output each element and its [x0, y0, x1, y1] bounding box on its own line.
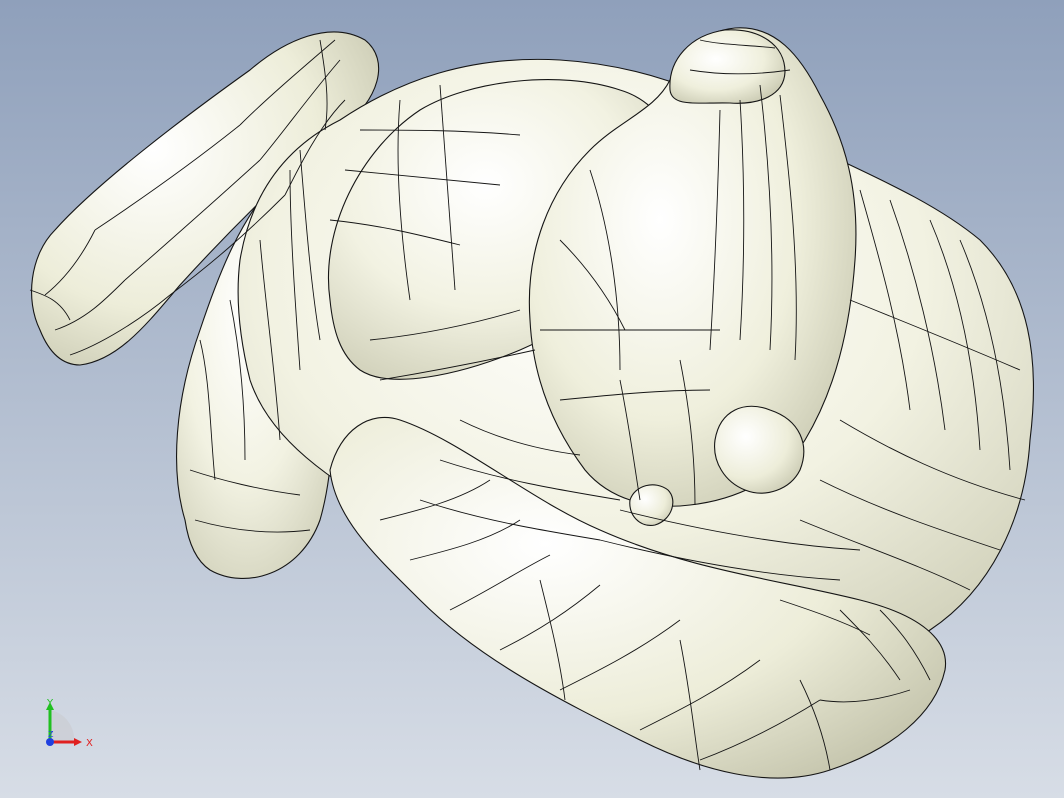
triad-graphic: X Y Z — [46, 698, 93, 749]
axis-triad: X Y Z — [38, 698, 98, 758]
z-axis-dot — [46, 738, 54, 746]
triad-arc — [50, 710, 75, 742]
x-axis-label: X — [86, 738, 93, 749]
model-canvas[interactable] — [0, 0, 1064, 798]
3d-viewport[interactable]: X Y Z — [0, 0, 1064, 798]
y-axis-label: Y — [46, 698, 54, 709]
x-axis-arrow — [74, 738, 82, 746]
z-axis-label: Z — [48, 730, 54, 739]
